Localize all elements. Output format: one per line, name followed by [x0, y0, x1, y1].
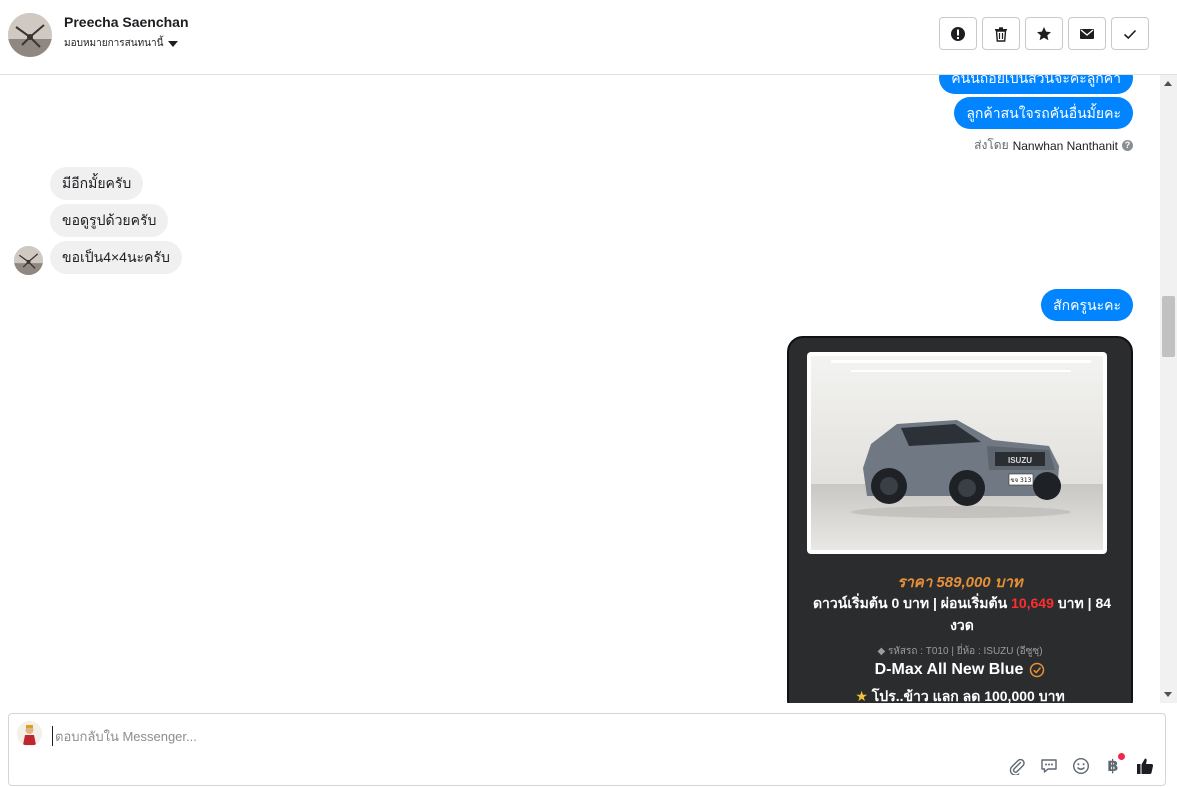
saved-replies-button[interactable] [1039, 756, 1059, 776]
question-icon[interactable]: ? [1122, 140, 1133, 151]
incoming-message: มีอีกมั้ยครับ [50, 167, 144, 200]
outgoing-message: สักครูนะคะ [1041, 289, 1133, 321]
tag-icon: ◆ [877, 646, 886, 657]
caret-down-icon [168, 40, 179, 47]
car-model: D-Max All New Blue [874, 661, 1024, 678]
monthly-installment: 10,649 [1011, 595, 1054, 611]
star-icon [1037, 26, 1051, 40]
payment-button[interactable]: ฿ [1103, 753, 1125, 776]
header-actions [939, 17, 1149, 50]
verified-check-icon [1030, 662, 1045, 678]
assign-conversation-dropdown[interactable]: มอบหมายการสนทนานี้ [64, 36, 179, 51]
notification-dot [1118, 753, 1125, 760]
like-button[interactable] [1135, 756, 1155, 776]
contact-name: Preecha Saenchan [64, 14, 189, 30]
star-button[interactable] [1025, 17, 1063, 50]
car-meta: ◆ รหัสรถ : T010 | ยี่ห้อ : ISUZU (อีซูซุ… [789, 644, 1131, 659]
car-model-row: D-Max All New Blue [789, 661, 1131, 679]
envelope-icon [1080, 28, 1094, 39]
scroll-up-arrow-icon[interactable] [1164, 81, 1172, 86]
delete-button[interactable] [982, 17, 1020, 50]
paperclip-icon [1009, 758, 1025, 775]
star-icon: ★ [855, 688, 868, 703]
car-meta-text: รหัสรถ : T010 | ยี่ห้อ : ISUZU (อีซูซุ) [887, 646, 1043, 657]
page-avatar [17, 721, 42, 746]
promo-line: ★ โปร..ข้าว แลก ลด 100,000 บาท [789, 686, 1131, 703]
svg-text:ISUZU: ISUZU [1008, 456, 1032, 465]
chat-bubble-icon [1041, 759, 1057, 773]
mark-done-button[interactable] [1111, 17, 1149, 50]
thread-scrollbar[interactable] [1160, 75, 1177, 703]
reply-input[interactable] [52, 726, 952, 746]
pickup-truck-image: ISUZU ขจ 313 [811, 356, 1103, 550]
thumbs-up-icon [1137, 758, 1154, 774]
incoming-message: ขอดูรูปด้วยครับ [50, 204, 169, 237]
composer-tools: ฿ [1007, 753, 1155, 776]
check-icon [1123, 29, 1137, 39]
trash-icon [995, 26, 1007, 42]
sent-by-prefix: ส่งโดย [974, 138, 1009, 152]
mark-unread-button[interactable] [1068, 17, 1106, 50]
baht-icon: ฿ [1107, 758, 1119, 775]
finance-terms: ดาวน์เริ่มต้น 0 บาท | ผ่อนเริ่มต้น 10,64… [809, 592, 1115, 636]
reply-composer: ฿ [8, 713, 1166, 786]
sender-name[interactable]: Nanwhan Nanthanit [1013, 139, 1118, 153]
car-listing-card[interactable]: ISUZU ขจ 313 ราคา 589,000 บาท ดาวน์เริ่ม… [787, 336, 1133, 703]
emoji-icon [1072, 757, 1090, 775]
outgoing-message: ค้นนี้ถอยเป็นสวนจะคะลูกค้า [939, 75, 1133, 94]
license-plate: ขจ 313 [1011, 477, 1032, 484]
messenger-inbox: Preecha Saenchan มอบหมายการสนทนานี้ ค้นน… [0, 0, 1177, 787]
emoji-button[interactable] [1071, 756, 1091, 776]
conversation-header: Preecha Saenchan มอบหมายการสนทนานี้ [0, 0, 1177, 75]
incoming-message: ขอเป็น4×4นะครับ [50, 241, 182, 274]
scroll-down-arrow-icon[interactable] [1164, 692, 1172, 697]
report-button[interactable] [939, 17, 977, 50]
finance-prefix: ดาวน์เริ่มต้น 0 บาท | ผ่อนเริ่มต้น [812, 595, 1008, 611]
contact-avatar[interactable] [8, 13, 52, 57]
car-price: ราคา 589,000 บาท [897, 574, 1023, 591]
exclamation-icon [951, 26, 965, 41]
sender-avatar[interactable] [14, 246, 43, 275]
sent-by-info: ส่งโดย Nanwhan Nanthanit ? [974, 136, 1133, 155]
scrollbar-thumb[interactable] [1162, 296, 1175, 357]
promo-text: โปร..ข้าว แลก ลด 100,000 บาท [871, 688, 1065, 703]
outgoing-message: ลูกค้าสนใจรถคันอื่นมั้ยคะ [954, 97, 1133, 129]
message-thread[interactable]: ค้นนี้ถอยเป็นสวนจะคะลูกค้า ลูกค้าสนใจรถค… [0, 75, 1160, 703]
car-photo[interactable]: ISUZU ขจ 313 [807, 352, 1107, 554]
assign-label: มอบหมายการสนทนานี้ [64, 38, 164, 49]
attach-button[interactable] [1007, 756, 1027, 776]
